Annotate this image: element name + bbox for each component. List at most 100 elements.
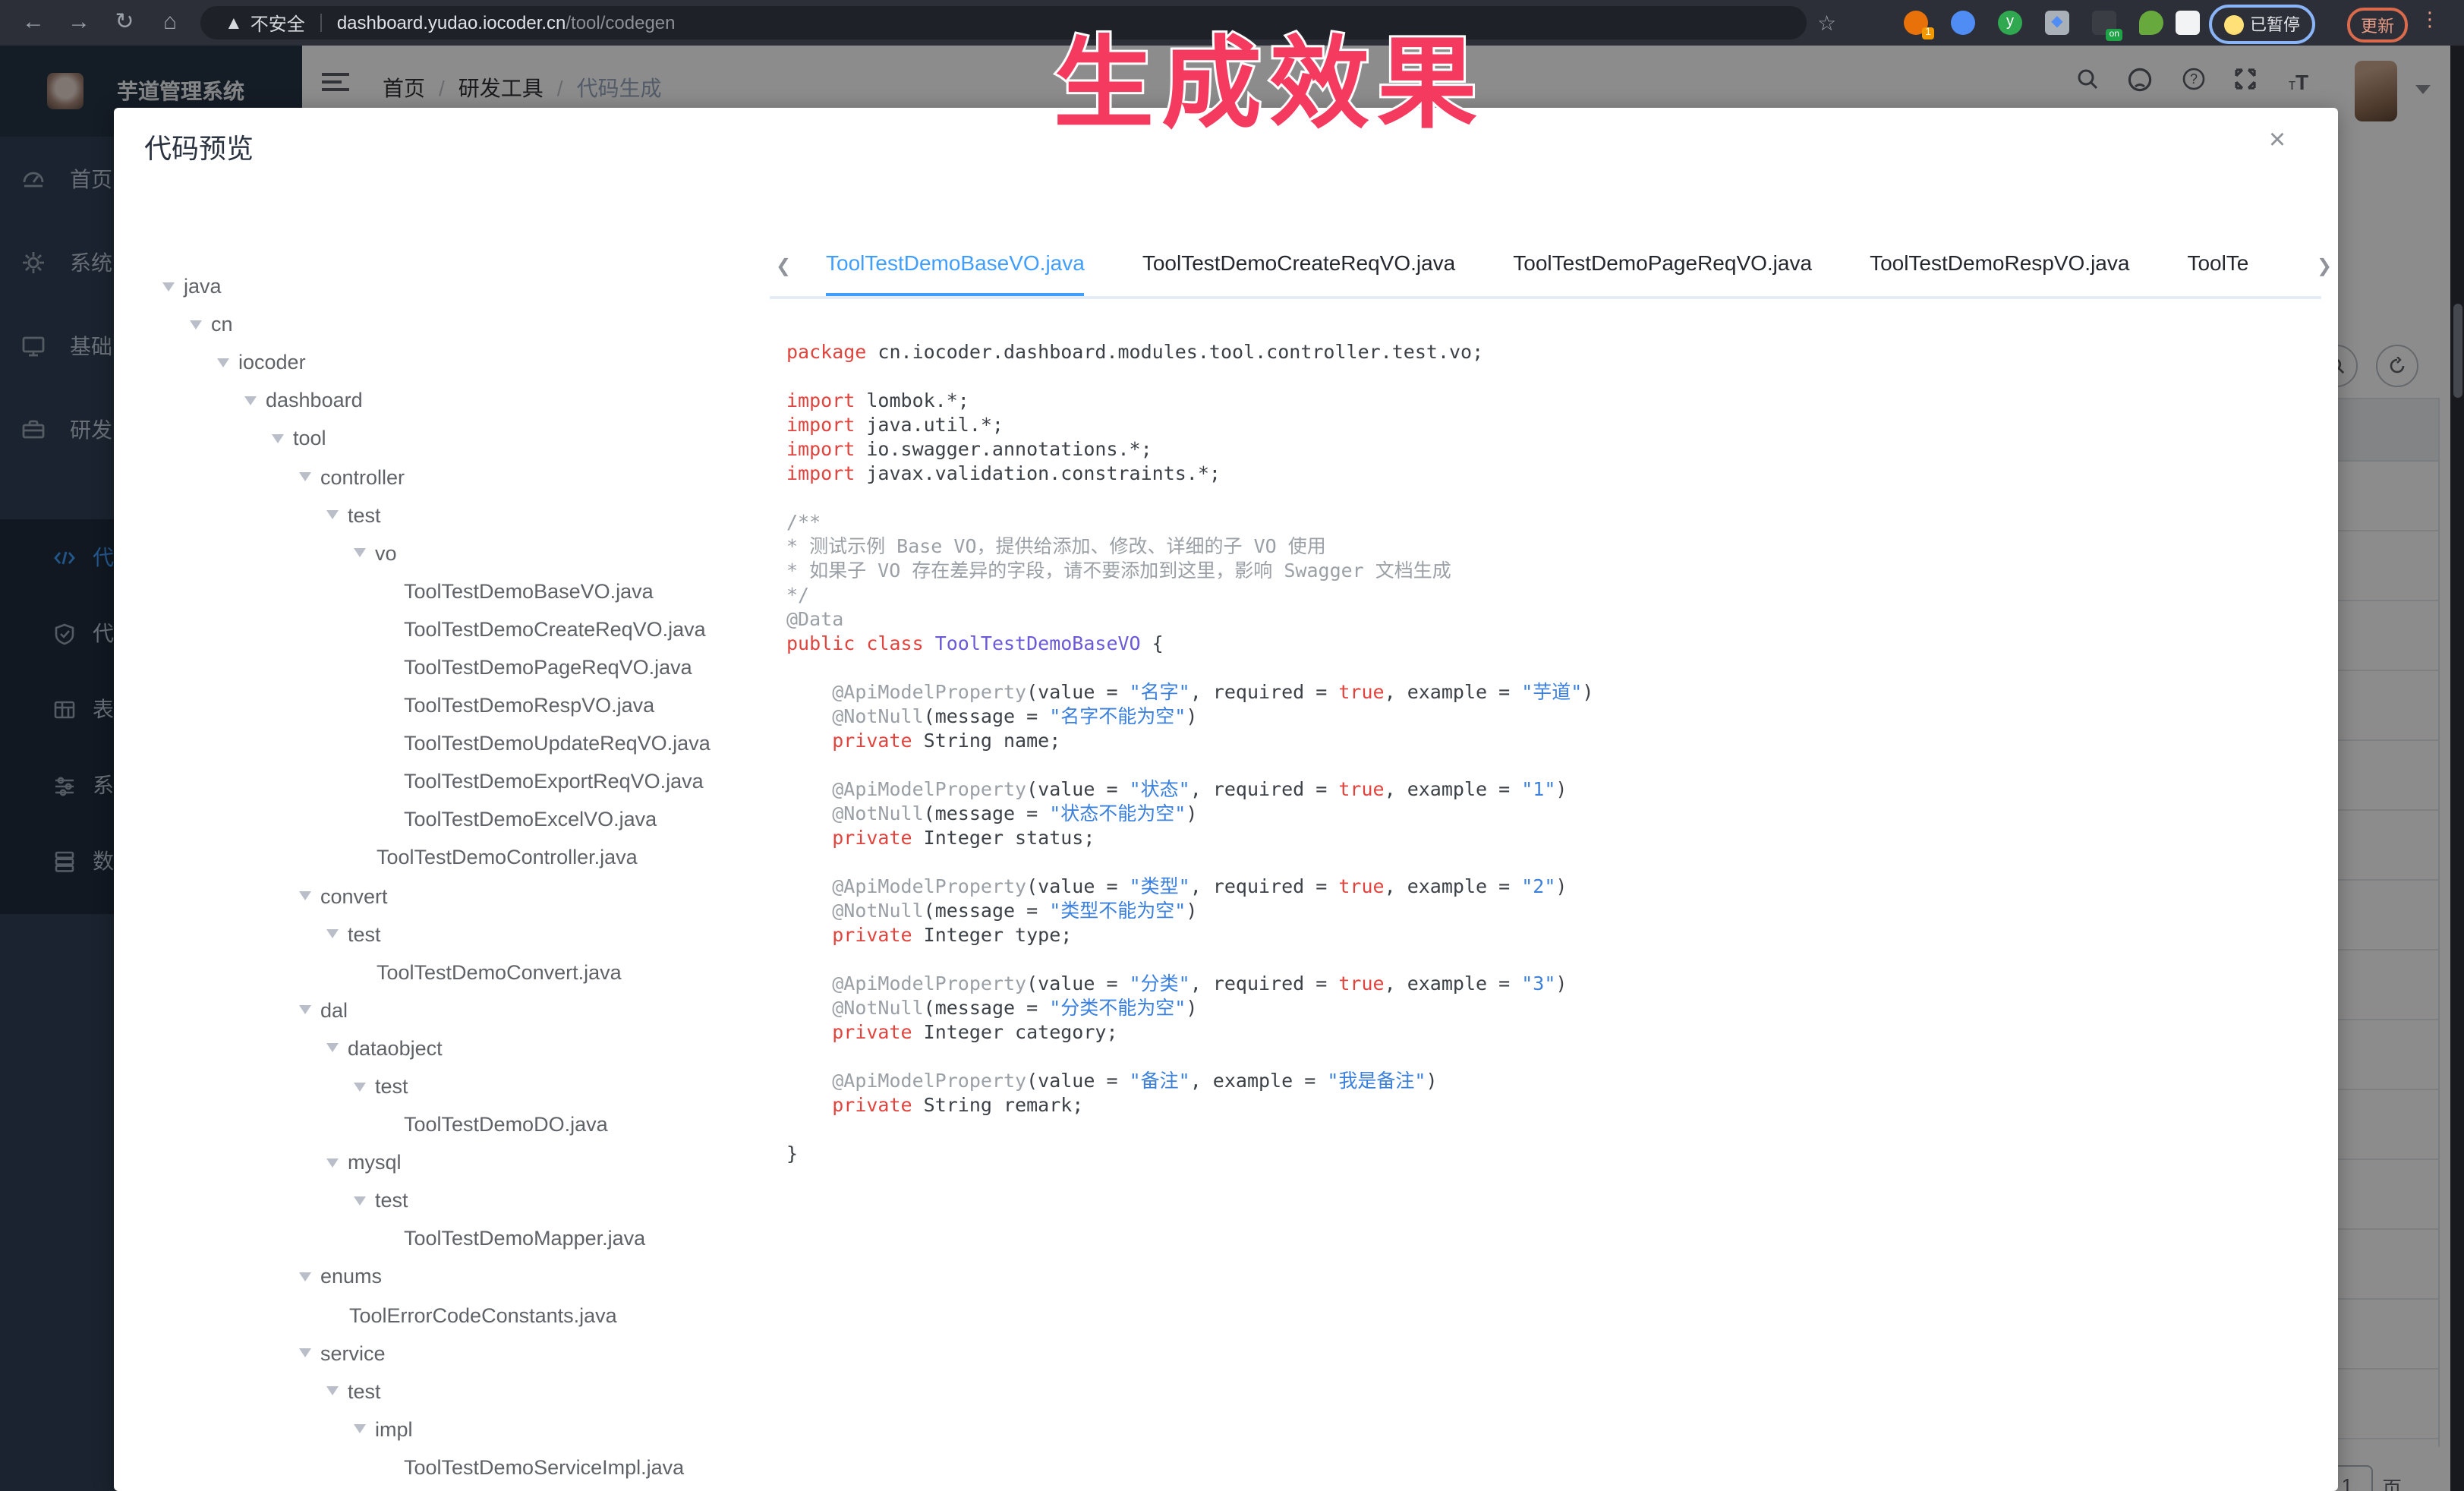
tree-node-label: test — [348, 503, 381, 526]
home-icon[interactable]: ⌂ — [155, 9, 185, 36]
tree-folder[interactable]: cn — [114, 305, 767, 343]
file-tab-4[interactable]: ToolTestDemoRespVO.java — [1870, 232, 2129, 298]
browser-scrollbar[interactable] — [2450, 46, 2464, 1491]
caret-down-icon[interactable] — [299, 891, 311, 900]
tree-file[interactable]: ToolTestDemoDO.java — [114, 1105, 767, 1143]
caret-down-icon[interactable] — [326, 1387, 339, 1396]
tree-folder[interactable]: enums — [114, 1258, 767, 1296]
tree-folder[interactable]: dal — [114, 991, 767, 1029]
tree-folder[interactable]: tool — [114, 420, 767, 458]
tree-folder[interactable]: impl — [114, 1411, 767, 1448]
tree-folder[interactable]: iocoder — [114, 343, 767, 381]
caret-down-icon[interactable] — [162, 282, 175, 291]
tree-folder[interactable]: dataobject — [114, 1029, 767, 1067]
caret-down-icon[interactable] — [326, 929, 339, 938]
tabs-prev-icon[interactable]: ❮ — [770, 254, 797, 276]
caret-placeholder — [381, 1238, 395, 1240]
tree-folder[interactable]: test — [114, 496, 767, 534]
forward-icon[interactable]: → — [64, 9, 94, 36]
tree-folder[interactable]: test — [114, 1067, 767, 1105]
extension-icon-gem[interactable]: ◆ — [2045, 11, 2069, 35]
tree-node-label: cn — [211, 313, 233, 336]
caret-down-icon[interactable] — [244, 396, 257, 405]
tree-file[interactable]: ToolTestDemoRespVO.java — [114, 686, 767, 724]
browser-update-button[interactable]: 更新 — [2347, 8, 2408, 43]
extension-icon-plant[interactable] — [2139, 11, 2163, 35]
tree-file[interactable]: ToolTestDemoCreateReqVO.java — [114, 610, 767, 648]
file-tab-2[interactable]: ToolTestDemoCreateReqVO.java — [1142, 232, 1455, 298]
caret-down-icon[interactable] — [299, 472, 311, 481]
tree-node-label: test — [375, 1190, 408, 1212]
tree-node-label: mysql — [348, 1151, 402, 1174]
tree-folder[interactable]: test — [114, 1372, 767, 1410]
code-line: public class ToolTestDemoBaseVO { — [786, 632, 2320, 656]
tree-file[interactable]: ToolTestDemoController.java — [114, 839, 767, 877]
profile-paused-chip[interactable]: 已暂停 — [2209, 5, 2315, 44]
code-line — [786, 486, 2320, 510]
extension-icon-pin[interactable] — [1951, 11, 1975, 35]
extension-icon-orange[interactable]: 1 — [1904, 11, 1928, 35]
extension-icon-green[interactable]: y — [1998, 11, 2022, 35]
code-line: @ApiModelProperty(value = "类型", required… — [786, 875, 2320, 899]
tree-file[interactable]: ToolTestDemoPageReqVO.java — [114, 648, 767, 686]
code-line: private Integer status; — [786, 826, 2320, 850]
tree-node-label: test — [348, 922, 381, 945]
address-bar[interactable]: ▲ 不安全 dashboard.yudao.iocoder.cn/tool/co… — [200, 6, 1807, 39]
back-icon[interactable]: ← — [18, 9, 49, 36]
annotation-text: 生成效果 — [1054, 3, 1485, 149]
tree-folder[interactable]: controller — [114, 458, 767, 496]
tree-file[interactable]: ToolTestDemoUpdateReqVO.java — [114, 724, 767, 762]
security-label[interactable]: 不安全 — [250, 10, 305, 36]
file-tab-5[interactable]: ToolTe — [2187, 232, 2248, 298]
file-tab-3[interactable]: ToolTestDemoPageReqVO.java — [1513, 232, 1812, 298]
tree-node-label: ToolTestDemoBaseVO.java — [404, 580, 654, 603]
tree-file[interactable]: ToolTestDemoMapper.java — [114, 1220, 767, 1258]
reload-icon[interactable]: ↻ — [109, 9, 140, 36]
caret-down-icon[interactable] — [272, 434, 284, 443]
tree-file[interactable]: ToolTestDemoExcelVO.java — [114, 801, 767, 839]
caret-down-icon[interactable] — [354, 1425, 366, 1434]
tabs-next-icon[interactable]: ❯ — [2311, 254, 2338, 276]
address-divider — [320, 14, 322, 32]
tree-folder[interactable]: service — [114, 1334, 767, 1372]
tree-folder[interactable]: dashboard — [114, 382, 767, 420]
tree-folder[interactable]: test — [114, 1182, 767, 1220]
tree-folder[interactable]: convert — [114, 877, 767, 915]
caret-down-icon[interactable] — [326, 1044, 339, 1053]
tree-file[interactable]: ToolTestDemoBaseVO.java — [114, 572, 767, 610]
code-line — [786, 850, 2320, 875]
caret-down-icon[interactable] — [326, 1158, 339, 1167]
code-view[interactable]: package cn.iocoder.dashboard.modules.too… — [786, 340, 2320, 1491]
tree-node-label: ToolTestDemoController.java — [377, 846, 638, 869]
extension-icon-list[interactable]: on — [2092, 11, 2116, 35]
code-line: @Data — [786, 607, 2320, 632]
caret-down-icon[interactable] — [354, 1082, 366, 1091]
caret-down-icon[interactable] — [354, 548, 366, 557]
caret-down-icon[interactable] — [326, 510, 339, 519]
caret-down-icon[interactable] — [190, 320, 202, 329]
file-tab-1[interactable]: ToolTestDemoBaseVO.java — [826, 232, 1085, 298]
tree-node-label: ToolTestDemoMapper.java — [404, 1228, 645, 1250]
screen: 芋道管理系统 首页 / 研发工具 / 代码生成 ? — [0, 0, 2464, 1491]
caret-down-icon[interactable] — [299, 1348, 311, 1357]
tree-folder[interactable]: test — [114, 915, 767, 953]
caret-placeholder — [354, 971, 367, 972]
caret-down-icon[interactable] — [299, 1272, 311, 1281]
tree-folder[interactable]: mysql — [114, 1143, 767, 1181]
tree-file[interactable]: ToolTestDemoServiceImpl.java — [114, 1448, 767, 1486]
caret-down-icon[interactable] — [299, 1006, 311, 1015]
extensions-puzzle-icon[interactable] — [2176, 11, 2200, 35]
tree-folder[interactable]: java — [114, 267, 767, 305]
caret-down-icon[interactable] — [354, 1196, 366, 1206]
code-line: @NotNull(message = "分类不能为空") — [786, 996, 2320, 1020]
tree-file[interactable]: ToolErrorCodeConstants.java — [114, 1296, 767, 1334]
tree-file[interactable]: ToolTestDemoConvert.java — [114, 953, 767, 991]
scrollbar-thumb[interactable] — [2453, 304, 2462, 398]
browser-menu-icon[interactable]: ⋮ — [2420, 8, 2440, 32]
tree-file[interactable]: ToolTestDemoExportReqVO.java — [114, 762, 767, 800]
warning-icon: ▲ — [225, 12, 243, 33]
tree-folder[interactable]: vo — [114, 534, 767, 572]
bookmark-star-icon[interactable]: ☆ — [1817, 11, 1836, 36]
close-icon[interactable]: × — [2262, 125, 2292, 158]
caret-down-icon[interactable] — [217, 358, 229, 367]
